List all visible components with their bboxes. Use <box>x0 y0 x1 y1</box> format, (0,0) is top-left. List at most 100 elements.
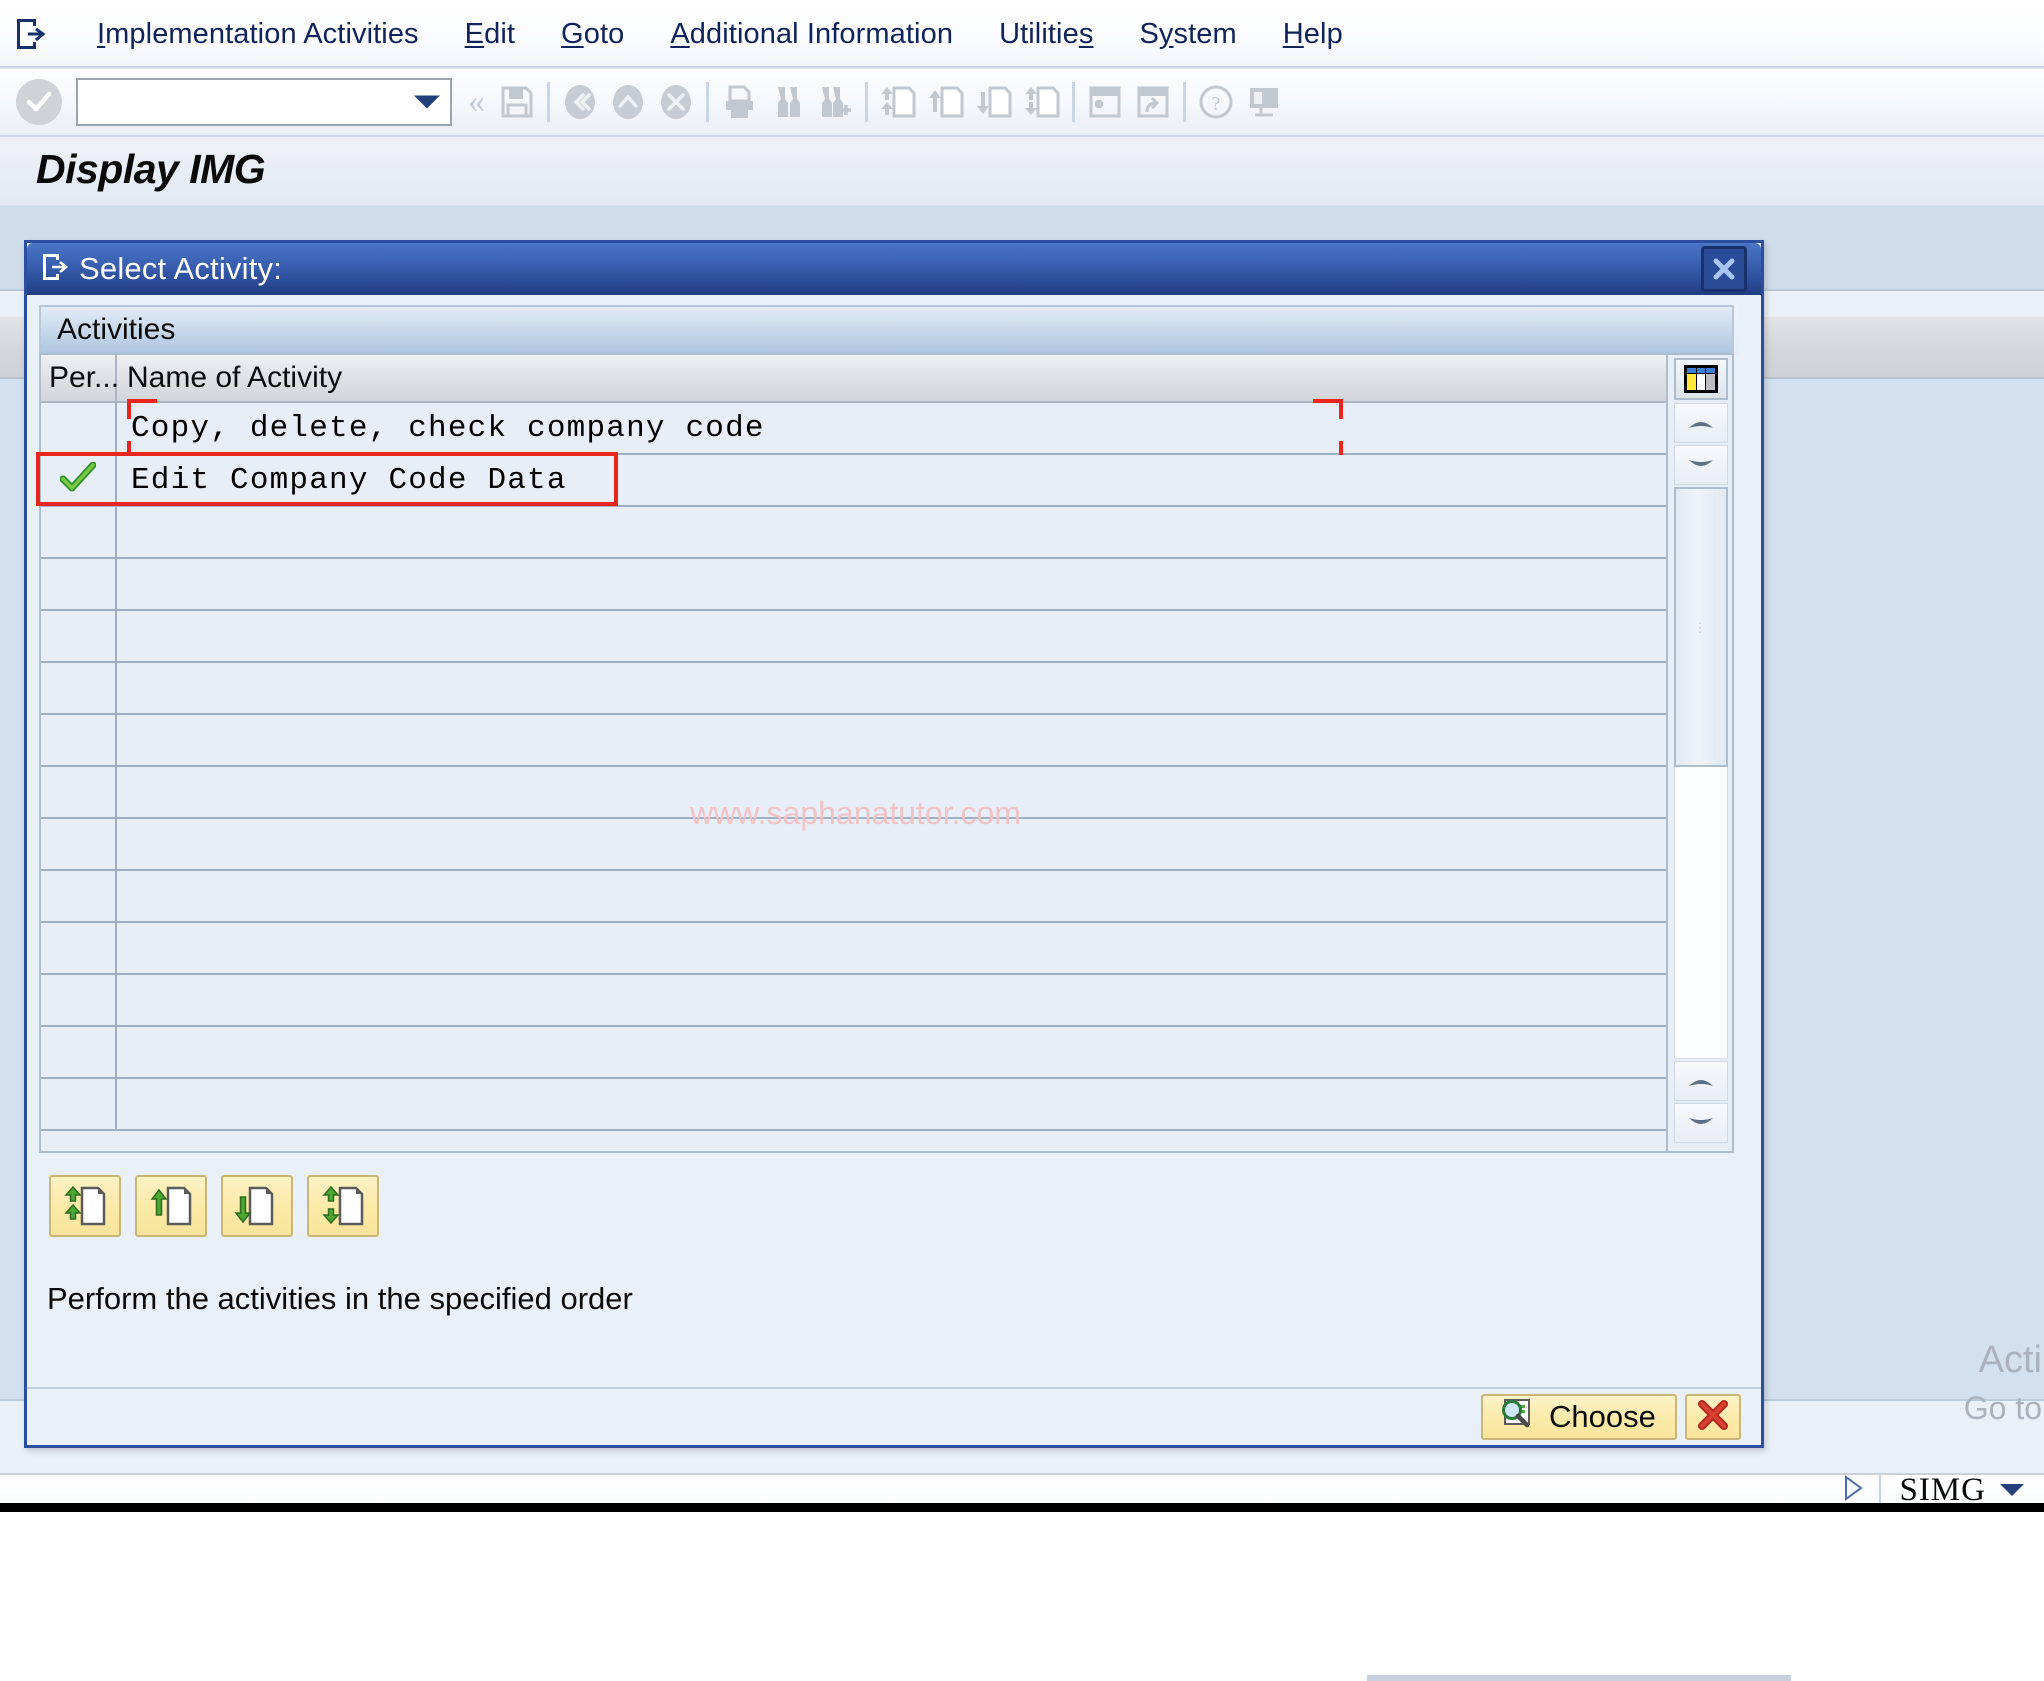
first-activity-icon[interactable] <box>49 1175 121 1237</box>
close-icon[interactable] <box>1701 246 1747 292</box>
cell-performed <box>41 663 117 713</box>
table-row[interactable] <box>41 611 1732 663</box>
group-tab-row: Activities <box>39 305 1739 355</box>
table-row[interactable] <box>41 715 1732 767</box>
last-activity-icon[interactable] <box>307 1175 379 1237</box>
menu-item-system[interactable]: System <box>1116 18 1259 51</box>
save-icon[interactable] <box>494 78 540 126</box>
play-triangle-icon[interactable] <box>1841 1474 1865 1507</box>
column-header-name[interactable]: Name of Activity <box>117 354 1732 402</box>
scrollbar-thumb[interactable]: ⋮ <box>1674 487 1728 767</box>
cell-activity-name <box>117 507 1732 557</box>
cell-activity-name: Edit Company Code Data <box>117 455 1732 505</box>
sap-session-icon <box>41 252 69 287</box>
menu-item-goto[interactable]: Goto <box>538 18 647 51</box>
table-row[interactable] <box>41 871 1732 923</box>
customize-layout-icon[interactable] <box>1241 78 1287 126</box>
table-row[interactable] <box>41 923 1732 975</box>
scroll-up-button-bottom[interactable] <box>1674 1061 1728 1101</box>
page-title: Display IMG <box>36 146 266 192</box>
red-x-icon <box>1697 1399 1729 1436</box>
table-row[interactable] <box>41 1079 1732 1131</box>
magnifier-icon <box>1499 1396 1535 1438</box>
menu-bar: Implementation Activities Edit Goto Addi… <box>0 0 2044 68</box>
cell-performed <box>41 559 117 609</box>
scrollbar-grip-icon: ⋮ <box>1693 619 1709 635</box>
scroll-down-button-bottom[interactable] <box>1674 1103 1728 1143</box>
dialog-title: Select Activity: <box>79 251 283 286</box>
print-icon[interactable] <box>716 78 762 126</box>
cell-performed <box>41 923 117 973</box>
cell-performed <box>41 611 117 661</box>
cell-performed <box>41 455 117 505</box>
cell-performed <box>41 819 117 869</box>
collapse-toolbar-icon[interactable]: « <box>460 85 493 119</box>
enter-button[interactable] <box>16 79 62 125</box>
cell-activity-name <box>117 663 1732 713</box>
background-text-line2: Go to <box>1963 1390 2042 1426</box>
activities-table: Per... Name of Activity Copy, delete, ch… <box>36 353 1734 1153</box>
previous-activity-icon[interactable] <box>135 1175 207 1237</box>
toolbar: « ? <box>0 69 2044 137</box>
column-config-icon[interactable] <box>1674 358 1728 400</box>
choose-button[interactable]: Choose <box>1481 1394 1677 1440</box>
create-session-icon[interactable] <box>1082 78 1128 126</box>
background-text-line1: Acti <box>1978 1339 2042 1381</box>
chevron-down-icon[interactable] <box>414 95 440 109</box>
command-field[interactable] <box>76 78 452 126</box>
next-activity-icon[interactable] <box>221 1175 293 1237</box>
next-page-icon[interactable] <box>971 78 1017 126</box>
toolbar-divider <box>706 82 709 122</box>
table-row[interactable] <box>41 767 1732 819</box>
menu-item-implementation-activities[interactable]: Implementation Activities <box>74 18 442 51</box>
menu-item-edit[interactable]: Edit <box>442 18 538 51</box>
exit-icon[interactable] <box>605 78 651 126</box>
help-icon[interactable]: ? <box>1193 78 1239 126</box>
cell-performed <box>41 507 117 557</box>
cell-activity-name <box>117 923 1732 973</box>
menu-item-help[interactable]: Help <box>1260 18 1366 51</box>
window-bottom-edge <box>0 1503 2044 1512</box>
cell-performed <box>41 403 117 453</box>
cell-activity-name <box>117 819 1732 869</box>
table-row[interactable] <box>41 507 1732 559</box>
footer-shadow <box>1367 1675 1791 1681</box>
chevron-down-icon[interactable] <box>2000 1484 2024 1496</box>
status-divider <box>1879 1475 1882 1505</box>
table-row[interactable]: Edit Company Code Data <box>36 452 1732 507</box>
table-header: Per... Name of Activity <box>41 354 1732 403</box>
table-row[interactable] <box>41 1027 1732 1079</box>
cell-performed <box>41 767 117 817</box>
table-row[interactable]: Copy, delete, check company code <box>41 399 1732 463</box>
activities-tab[interactable]: Activities <box>39 305 1734 353</box>
dialog-title-bar[interactable]: Select Activity: <box>27 243 1761 295</box>
menu-item-additional-information[interactable]: Additional Information <box>647 18 976 51</box>
table-row[interactable] <box>41 559 1732 611</box>
cell-activity-name <box>117 1027 1732 1077</box>
table-row[interactable] <box>41 975 1732 1027</box>
activities-tab-label: Activities <box>57 313 176 346</box>
cancel-icon[interactable] <box>653 78 699 126</box>
find-icon[interactable] <box>764 78 810 126</box>
toolbar-divider <box>1072 82 1075 122</box>
dialog-hint-text: Perform the activities in the specified … <box>47 1281 633 1316</box>
back-icon[interactable] <box>557 78 603 126</box>
previous-page-icon[interactable] <box>923 78 969 126</box>
create-shortcut-icon[interactable] <box>1130 78 1176 126</box>
scroll-down-button[interactable] <box>1674 445 1728 485</box>
column-header-performed[interactable]: Per... <box>41 354 119 402</box>
toolbar-divider <box>865 82 868 122</box>
first-page-icon[interactable] <box>875 78 921 126</box>
menu-item-utilities[interactable]: Utilities <box>976 18 1116 51</box>
activity-nav-buttons <box>49 1175 379 1237</box>
page-title-bar: Display IMG <box>0 137 2044 205</box>
sap-session-icon[interactable] <box>14 17 48 51</box>
scroll-up-button[interactable] <box>1674 403 1728 443</box>
cancel-button[interactable] <box>1685 1394 1741 1440</box>
background-obscured-text: Acti Go to <box>1964 1336 2044 1432</box>
table-row[interactable] <box>41 663 1732 715</box>
last-page-icon[interactable] <box>1019 78 1065 126</box>
table-row[interactable] <box>41 819 1732 871</box>
find-next-icon[interactable] <box>812 78 858 126</box>
cell-performed <box>41 975 117 1025</box>
